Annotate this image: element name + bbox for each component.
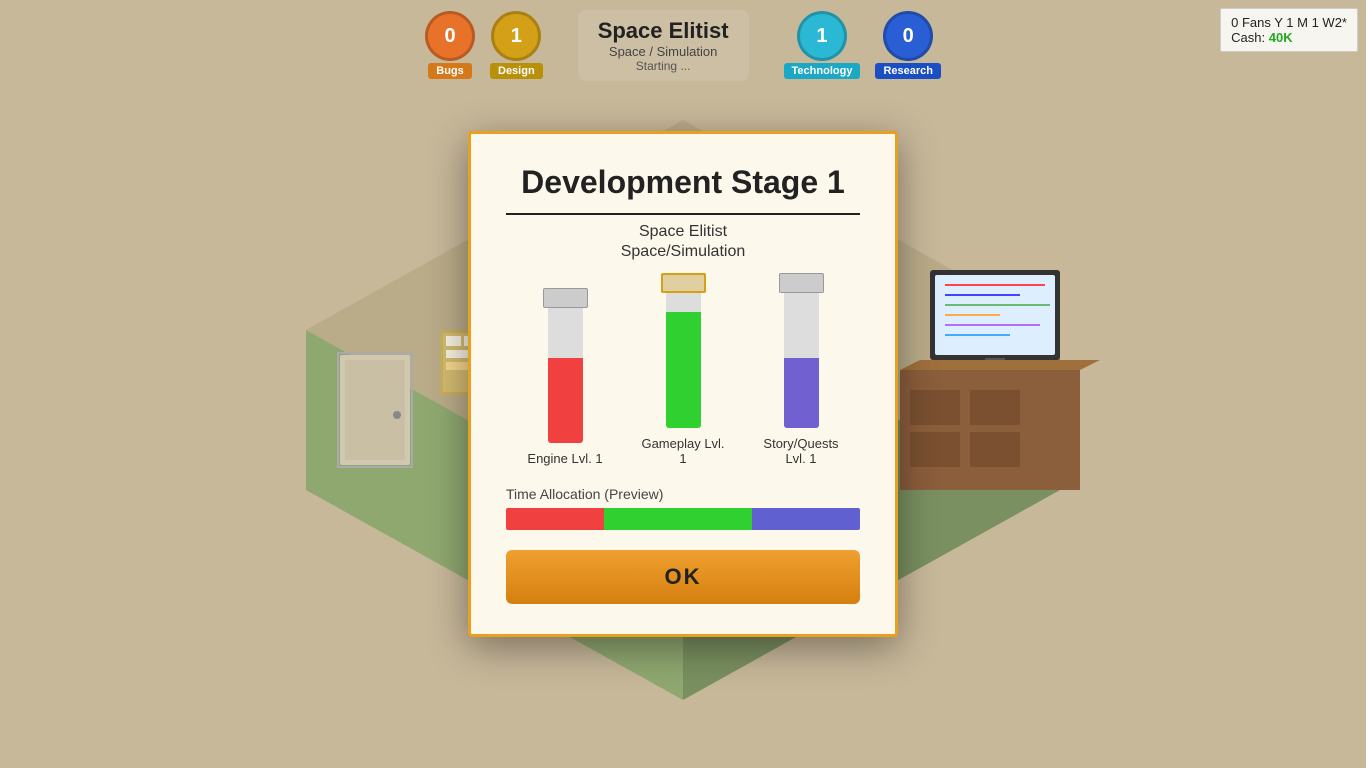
story-slider-label: Story/Quests Lvl. 1 — [756, 436, 846, 466]
gameplay-slider-fill — [666, 312, 701, 428]
modal-game-name: Space Elitist — [506, 223, 860, 241]
time-alloc-gameplay-seg — [604, 508, 752, 530]
time-alloc-story-seg — [752, 508, 860, 530]
engine-slider-item: Engine Lvl. 1 — [520, 288, 610, 466]
sliders-area: Engine Lvl. 1 Gameplay Lvl. 1 Story/Ques… — [506, 286, 860, 466]
engine-slider-track[interactable] — [548, 288, 583, 443]
modal-genre: Space/Simulation — [506, 243, 860, 261]
engine-slider-fill — [548, 358, 583, 443]
time-allocation-bar — [506, 508, 860, 530]
story-slider-fill — [784, 358, 819, 428]
gameplay-slider-handle-top[interactable] — [661, 273, 706, 293]
development-stage-modal: Development Stage 1 Space Elitist Space/… — [468, 131, 898, 637]
story-slider-handle-top[interactable] — [779, 273, 824, 293]
modal-overlay: Development Stage 1 Space Elitist Space/… — [0, 0, 1366, 768]
story-slider-item: Story/Quests Lvl. 1 — [756, 273, 846, 466]
time-allocation-section: Time Allocation (Preview) — [506, 486, 860, 530]
modal-title: Development Stage 1 — [506, 164, 860, 215]
time-alloc-engine-seg — [506, 508, 604, 530]
ok-button[interactable]: OK — [506, 550, 860, 604]
gameplay-slider-item: Gameplay Lvl. 1 — [638, 273, 728, 466]
story-slider-track[interactable] — [784, 273, 819, 428]
gameplay-slider-label: Gameplay Lvl. 1 — [638, 436, 728, 466]
time-allocation-label: Time Allocation (Preview) — [506, 486, 860, 502]
engine-slider-handle-top[interactable] — [543, 288, 588, 308]
engine-slider-label: Engine Lvl. 1 — [527, 451, 602, 466]
gameplay-slider-track[interactable] — [666, 273, 701, 428]
